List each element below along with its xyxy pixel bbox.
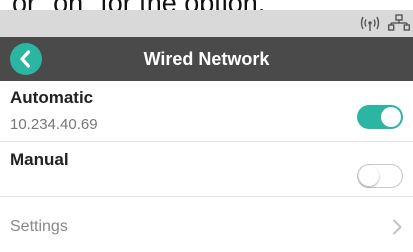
manual-option-row: Manual — [0, 141, 413, 197]
wifi-signal-icon — [358, 14, 382, 32]
chevron-left-icon — [20, 50, 31, 68]
chevron-right-icon — [393, 219, 402, 235]
manual-toggle[interactable] — [357, 164, 403, 188]
status-bar — [0, 10, 413, 37]
ip-address-value: 10.234.40.69 — [10, 116, 98, 133]
automatic-label: Automatic — [10, 88, 94, 107]
settings-label: Settings — [10, 218, 68, 235]
automatic-toggle[interactable] — [357, 105, 403, 129]
toggle-knob — [359, 166, 379, 186]
back-button[interactable] — [10, 43, 42, 75]
settings-row[interactable]: Settings — [0, 196, 413, 252]
toggle-knob — [381, 107, 401, 127]
page-title: Wired Network — [143, 49, 270, 69]
wired-network-icon — [387, 14, 410, 32]
automatic-option-row: Automatic 10.234.40.69 — [0, 81, 413, 141]
manual-label: Manual — [10, 150, 69, 169]
app-header: Wired Network — [0, 37, 413, 81]
